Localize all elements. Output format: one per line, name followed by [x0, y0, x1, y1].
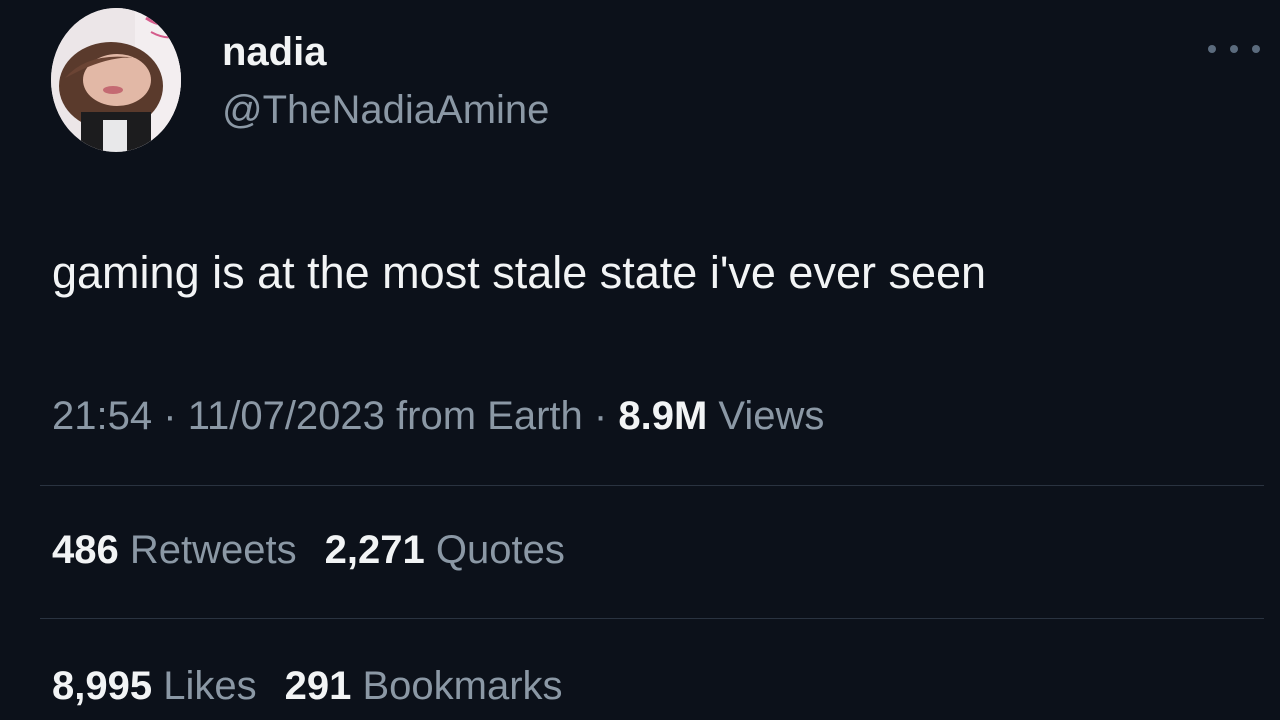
tweet-source: from Earth	[396, 394, 583, 438]
tweet-date[interactable]: 11/07/2023	[188, 394, 385, 438]
quotes-label: Quotes	[435, 528, 565, 572]
bookmarks-count: 291	[284, 664, 352, 708]
views-count: 8.9M	[618, 394, 708, 438]
more-options-icon-dot	[1230, 45, 1238, 53]
tweet-card: nadia @TheNadiaAmine gaming is at the mo…	[0, 0, 1280, 720]
likes-label: Likes	[163, 664, 257, 708]
more-options-icon-dot	[1208, 45, 1216, 53]
meta-separator: ·	[163, 394, 177, 438]
likes-stat[interactable]: 8,995 Likes	[52, 662, 257, 710]
views-label: Views	[718, 394, 825, 438]
retweets-stat[interactable]: 486 Retweets	[52, 526, 297, 574]
retweets-count: 486	[52, 528, 119, 572]
bookmarks-stat[interactable]: 291 Bookmarks	[285, 662, 563, 710]
more-options-icon-dot	[1252, 45, 1260, 53]
stats-row-likes: 8,995 Likes 291 Bookmarks	[52, 662, 591, 710]
stats-row-shares: 486 Retweets 2,271 Quotes	[52, 526, 593, 574]
divider	[40, 618, 1264, 619]
likes-count: 8,995	[52, 664, 153, 708]
more-options-button[interactable]	[1208, 34, 1260, 64]
tweet-meta: 21:54 · 11/07/2023 from Earth · 8.9M Vie…	[52, 392, 824, 440]
divider	[40, 485, 1264, 486]
meta-separator: ·	[593, 394, 608, 438]
tweet-text: gaming is at the most stale state i've e…	[52, 247, 987, 298]
bookmarks-label: Bookmarks	[362, 664, 563, 708]
quotes-count: 2,271	[324, 528, 425, 572]
avatar[interactable]	[51, 8, 181, 152]
display-name[interactable]: nadia	[222, 28, 326, 76]
avatar-photo	[51, 8, 181, 152]
retweets-label: Retweets	[129, 528, 297, 572]
tweet-time[interactable]: 21:54	[52, 394, 152, 438]
quotes-stat[interactable]: 2,271 Quotes	[325, 526, 565, 574]
user-handle[interactable]: @TheNadiaAmine	[222, 86, 549, 134]
